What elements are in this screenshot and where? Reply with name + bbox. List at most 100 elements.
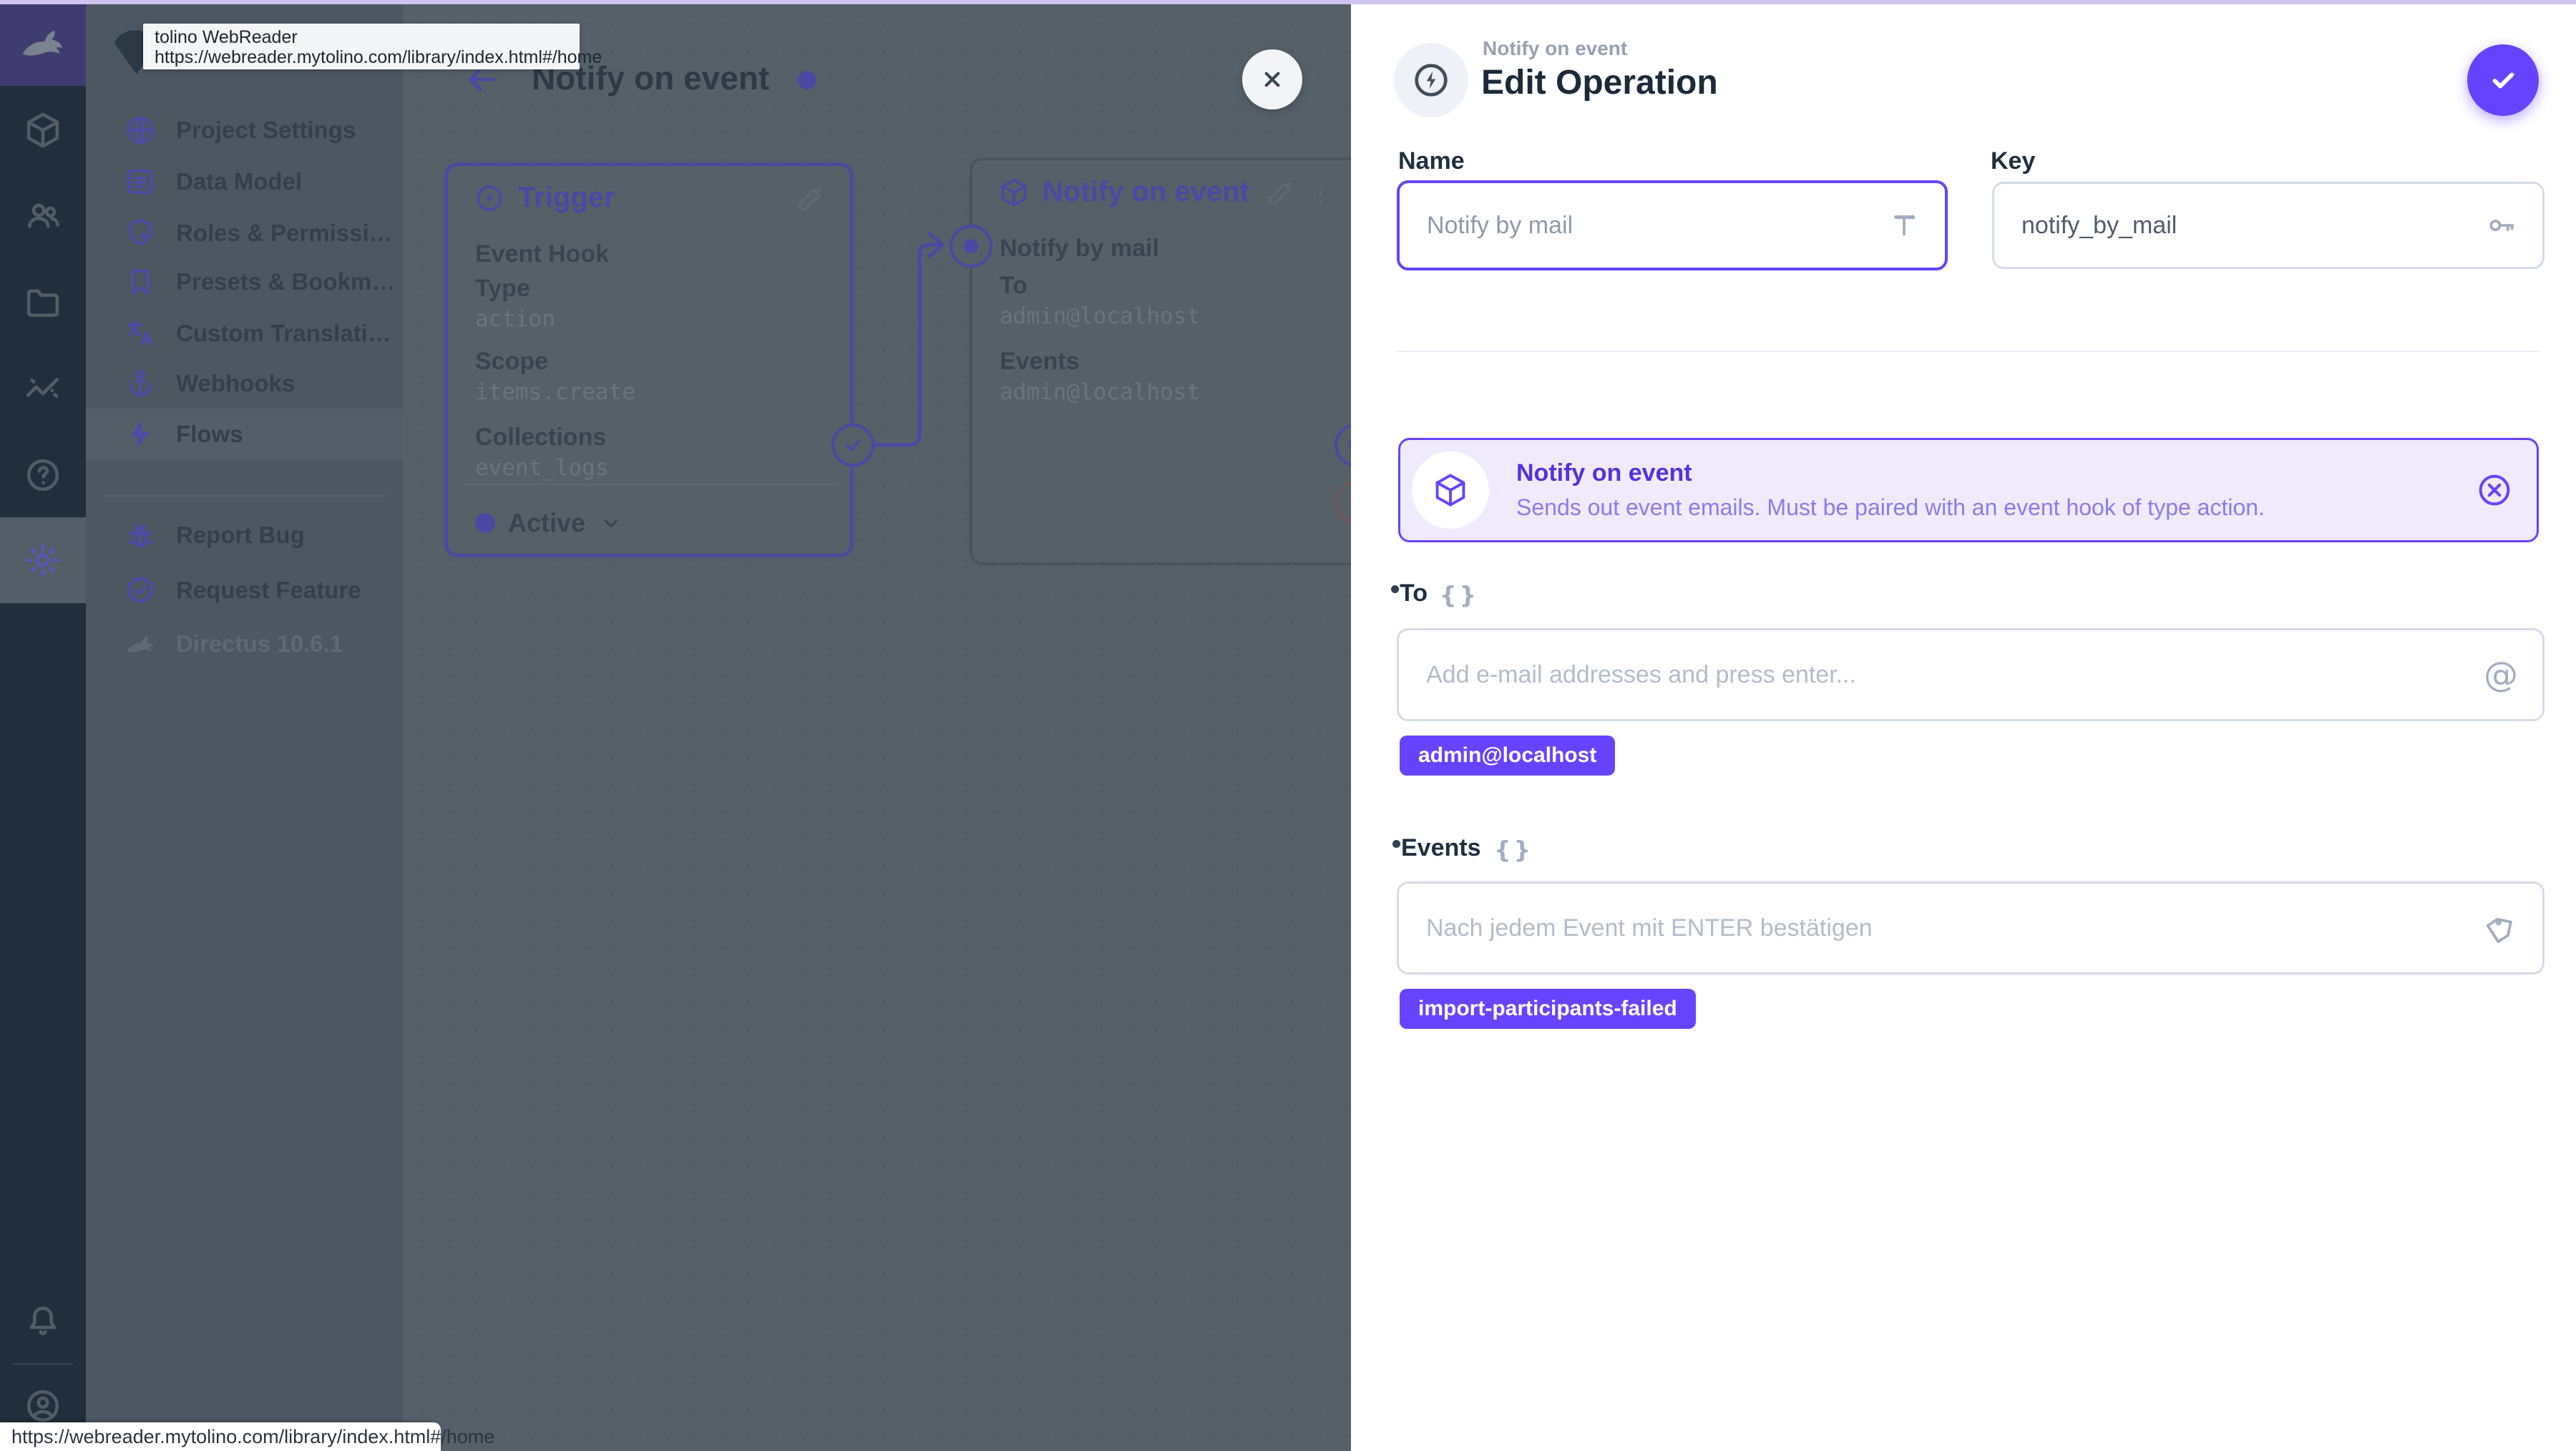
edit-operation-drawer: Notify on event Edit Operation Name Key	[1351, 0, 2576, 1451]
operation-menu-button[interactable]	[1304, 177, 1336, 209]
drawer-title: Edit Operation	[1481, 64, 1718, 102]
sidebar-item-flows[interactable]: Flows	[86, 409, 403, 460]
trigger-resolve-node[interactable]	[831, 424, 874, 466]
sidebar-item-label: Data Model	[176, 168, 303, 195]
module-bar	[0, 0, 86, 1451]
sidebar-item-report-bug[interactable]: Report Bug	[86, 509, 403, 561]
bolt-circle-icon	[1415, 64, 1448, 97]
section-divider	[1397, 351, 2539, 352]
globe-icon	[127, 117, 154, 144]
field-value: admin@localhost	[1000, 303, 1200, 329]
name-field[interactable]	[1397, 180, 1948, 270]
sidebar-item-label: Roles & Permissions	[176, 220, 403, 246]
sidebar-item-roles-permissions[interactable]: Roles & Permissions	[86, 207, 403, 259]
close-circle-icon	[2479, 474, 2510, 506]
status-label: Active	[508, 508, 586, 537]
module-insights-icon[interactable]	[0, 352, 86, 424]
notice-cube-icon	[1412, 451, 1489, 529]
tag-icon	[2485, 912, 2518, 944]
raw-value-icon[interactable]: {}	[1494, 836, 1533, 864]
trigger-status[interactable]: Active	[475, 508, 624, 538]
module-help-icon[interactable]	[0, 439, 86, 511]
events-label: Events	[1401, 834, 1481, 861]
sidebar-item-request-feature[interactable]: Request Feature	[86, 565, 403, 616]
sidebar-item-label: Project Settings	[176, 117, 356, 143]
sidebar-item-project-settings[interactable]: Project Settings	[86, 104, 403, 156]
trigger-edit-button[interactable]	[794, 183, 826, 215]
tooltip-url: https://webreader.mytolino.com/library/i…	[155, 47, 602, 67]
sidebar-item-label: Report Bug	[176, 522, 305, 548]
sidebar-item-label: Flows	[176, 421, 243, 447]
operation-edit-button[interactable]	[1264, 177, 1296, 209]
key-label: Key	[1991, 147, 2036, 175]
panel-divider	[459, 484, 839, 485]
field-label: Scope	[475, 348, 549, 375]
notice-dismiss-button[interactable]	[2475, 471, 2514, 509]
cube-icon	[1001, 178, 1027, 206]
field-label: Type	[475, 275, 530, 302]
bookmark-icon	[132, 270, 149, 295]
title-format-icon	[1888, 209, 1921, 242]
events-field[interactable]	[1397, 881, 2545, 974]
check-icon	[2492, 72, 2514, 89]
events-input[interactable]	[1399, 914, 2485, 942]
to-label: To	[1400, 580, 1428, 607]
flow-canvas[interactable]: Notify on event Trigger Event Hook Type …	[403, 0, 1377, 1451]
rail-divider	[13, 1363, 73, 1365]
module-users-icon[interactable]	[0, 180, 86, 251]
sidebar-item-label: Webhooks	[176, 370, 296, 396]
close-button[interactable]	[1242, 49, 1302, 109]
chevron-down-icon	[605, 519, 618, 527]
operation-notice: Notify on event Sends out event emails. …	[1398, 438, 2539, 542]
check-icon	[846, 439, 861, 451]
module-settings-icon[interactable]	[0, 517, 86, 603]
name-input[interactable]	[1400, 211, 1888, 240]
sidebar-item-label: Custom Translations	[176, 320, 403, 346]
sidebar-item-webhooks[interactable]: Webhooks	[86, 358, 403, 409]
translate-icon	[127, 321, 153, 346]
sidebar-item-presets-bookmarks[interactable]: Presets & Bookmar...	[86, 256, 403, 308]
at-sign-icon: @	[2484, 655, 2518, 695]
raw-value-icon[interactable]: {}	[1440, 581, 1479, 609]
operation-panel-title: Notify on event	[1043, 176, 1249, 207]
notice-text: Notify on event Sends out event emails. …	[1516, 459, 2475, 521]
key-icon	[2485, 209, 2518, 242]
events-tag[interactable]: import-participants-failed	[1400, 989, 1696, 1029]
to-input[interactable]	[1399, 660, 2484, 689]
field-value: event_logs	[475, 455, 609, 481]
settings-nav: Project Settings Data Model Roles & Perm…	[86, 0, 403, 1451]
drawer-breadcrumb: Notify on event	[1483, 37, 1628, 59]
save-button[interactable]	[2467, 44, 2539, 116]
key-input[interactable]	[1994, 211, 2485, 240]
trigger-panel-title: Trigger	[518, 182, 615, 213]
status-dot	[475, 513, 495, 533]
to-field[interactable]: @	[1397, 628, 2545, 721]
required-dot	[1392, 840, 1400, 848]
bolt-icon	[131, 420, 150, 449]
rabbit-logo-icon	[22, 30, 63, 56]
status-url: https://webreader.mytolino.com/library/i…	[11, 1425, 495, 1447]
notifications-icon[interactable]	[0, 1285, 86, 1357]
notice-title: Notify on event	[1516, 459, 1692, 487]
tooltip-title: tolino WebReader	[155, 27, 298, 47]
operation-type-badge	[1394, 43, 1468, 117]
sidebar-item-data-model[interactable]: Data Model	[86, 156, 403, 207]
operation-input-node[interactable]	[950, 225, 992, 268]
directus-logo[interactable]	[0, 0, 86, 86]
close-icon	[1264, 72, 1280, 87]
key-field[interactable]	[1992, 182, 2545, 269]
sidebar-item-label: Request Feature	[176, 577, 361, 603]
nav-divider	[102, 495, 388, 497]
trigger-panel[interactable]: Trigger Event Hook Type action Scope ite…	[445, 163, 853, 557]
to-tag[interactable]: admin@localhost	[1400, 736, 1616, 776]
window-top-accent	[0, 0, 2576, 4]
kebab-menu-icon	[1318, 182, 1322, 204]
sidebar-item-custom-translations[interactable]: Custom Translations	[86, 308, 403, 359]
operation-panel[interactable]: Notify on event Notify by mail To admin@…	[970, 157, 1370, 565]
operation-panel-header: Notify on event	[998, 176, 1249, 208]
field-label: Events	[1000, 348, 1080, 375]
field-value: items.create	[475, 379, 635, 405]
module-content-icon[interactable]	[0, 94, 86, 166]
module-files-icon[interactable]	[0, 267, 86, 338]
shield-person-icon	[129, 219, 152, 245]
